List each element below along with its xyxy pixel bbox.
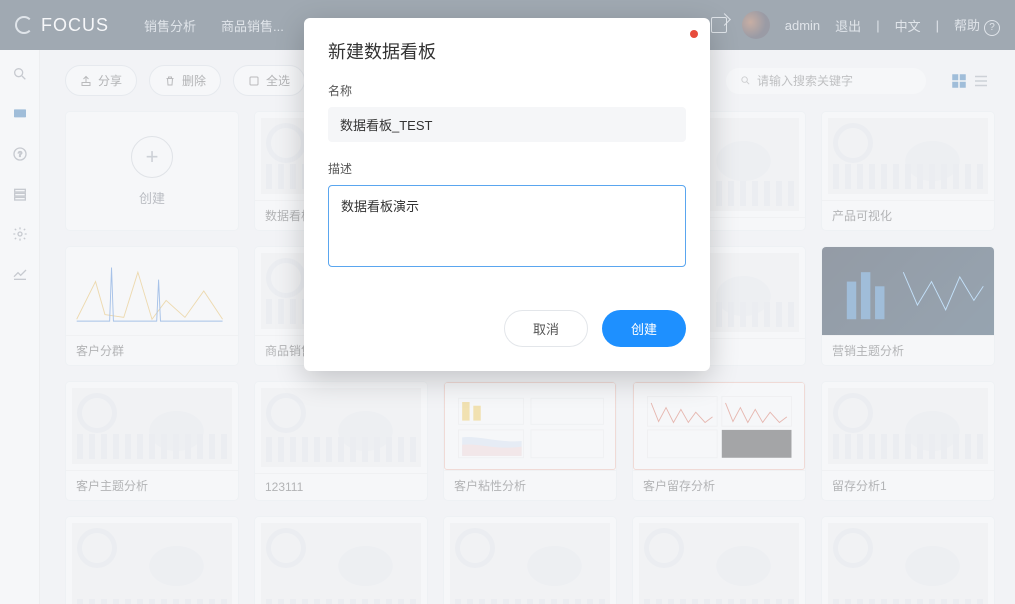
name-label: 名称 <box>328 82 686 99</box>
desc-label: 描述 <box>328 160 686 177</box>
name-input[interactable] <box>328 107 686 142</box>
desc-textarea[interactable] <box>328 185 686 267</box>
create-button[interactable]: 创建 <box>602 310 686 347</box>
modal-title: 新建数据看板 <box>328 38 686 64</box>
cancel-button[interactable]: 取消 <box>504 310 588 347</box>
close-icon[interactable] <box>690 30 698 38</box>
create-dashboard-modal: 新建数据看板 名称 描述 取消 创建 <box>304 18 710 371</box>
modal-actions: 取消 创建 <box>328 310 686 347</box>
